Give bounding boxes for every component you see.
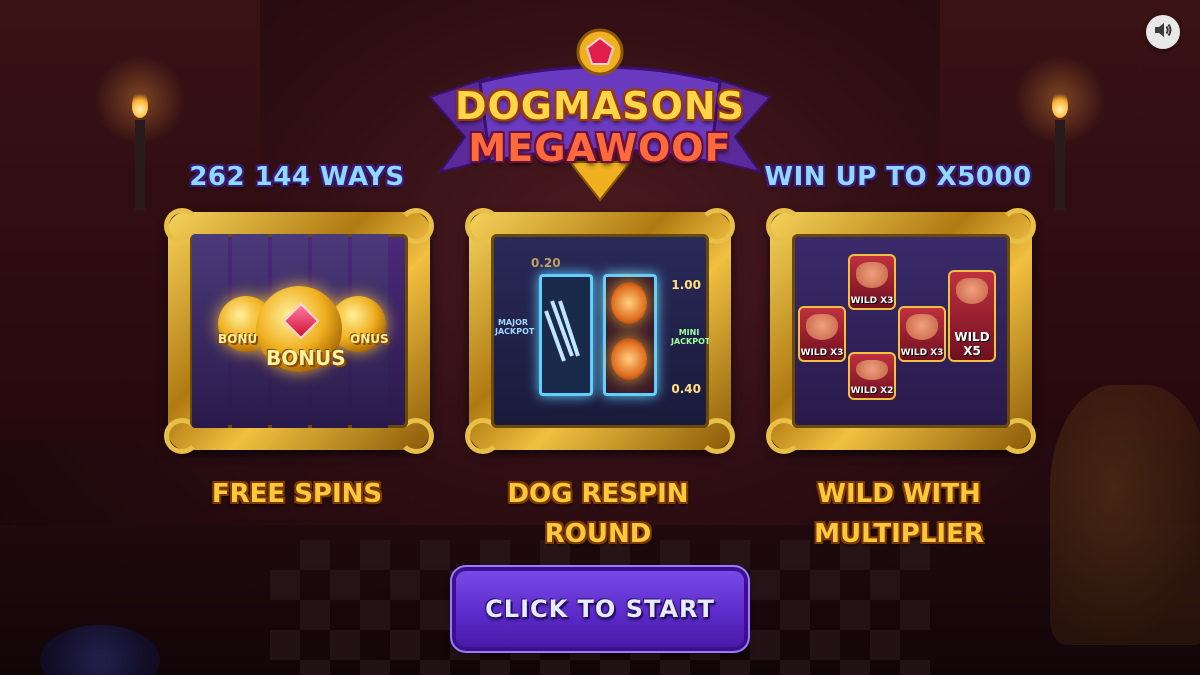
caption-line: WILD WITH bbox=[817, 479, 981, 509]
logo-title-line2: MEGAWOOF bbox=[468, 126, 732, 170]
feature-caption-wild-multiplier: WILD WITH MULTIPLIER bbox=[749, 474, 1049, 554]
intro-screen: DOGMASONS MEGAWOOF 262 144 WAYS WIN UP T… bbox=[0, 0, 1200, 675]
bonus-side-left: BONU bbox=[218, 332, 258, 346]
coin-value: 0.20 bbox=[531, 256, 561, 270]
reels-preview: BONU ONUS BONUS bbox=[190, 234, 408, 428]
wild-multiplier-label: WILD X3 bbox=[850, 296, 894, 306]
feature-frame-free-spins: BONU ONUS BONUS bbox=[164, 208, 434, 454]
candle-right bbox=[1055, 120, 1065, 210]
logo-title-line1: DOGMASONS bbox=[454, 84, 746, 128]
major-jackpot-badge: MAJOR JACKPOT bbox=[495, 318, 535, 336]
coin-value: 1.00 bbox=[671, 278, 701, 292]
start-button-label: CLICK TO START bbox=[485, 595, 715, 623]
game-logo: DOGMASONS MEGAWOOF bbox=[410, 22, 790, 207]
feature-caption-dog-respin: DOG RESPIN ROUND bbox=[448, 474, 748, 554]
wild-multiplier-label: WILD X3 bbox=[900, 348, 944, 358]
caption-line: DOG RESPIN bbox=[507, 479, 689, 509]
claw-scratch-icon bbox=[544, 300, 580, 362]
feature-caption-free-spins: FREE SPINS bbox=[147, 474, 447, 514]
caption-line: FREE SPINS bbox=[211, 479, 383, 509]
reels-preview: 0.20 1.00 0.40 MAJOR JACKPOT MINI JACKPO… bbox=[491, 234, 709, 428]
feature-frame-dog-respin: 0.20 1.00 0.40 MAJOR JACKPOT MINI JACKPO… bbox=[465, 208, 735, 454]
flame-right-icon bbox=[1052, 90, 1068, 118]
flame-left-icon bbox=[132, 90, 148, 118]
click-to-start-button[interactable]: CLICK TO START bbox=[456, 571, 744, 647]
cat-face-icon bbox=[956, 278, 988, 304]
wild-multiplier-label: WILD X3 bbox=[800, 348, 844, 358]
wild-cat-symbol: WILD X3 bbox=[798, 306, 846, 362]
candle-left bbox=[135, 120, 145, 210]
caption-line: ROUND bbox=[544, 519, 652, 549]
speaker-icon bbox=[1153, 21, 1173, 43]
max-win-headline: WIN UP TO X5000 bbox=[764, 162, 1032, 192]
mini-jackpot-badge: MINI JACKPOT bbox=[671, 328, 709, 346]
wild-cat-symbol: WILD X2 bbox=[848, 352, 896, 400]
feature-frame-wild-multiplier: WILD X3 WILD X3 WILD X3 WILD X5 WILD X2 bbox=[766, 208, 1036, 454]
cat-face-icon bbox=[806, 314, 838, 340]
paw-coin-icon bbox=[611, 338, 647, 380]
paw-coin-icon bbox=[611, 282, 647, 324]
wild-multiplier-label: WILD X5 bbox=[954, 330, 990, 358]
bonus-side-right: ONUS bbox=[350, 332, 389, 346]
wild-cat-symbol: WILD X3 bbox=[848, 254, 896, 310]
wild-multiplier-label: WILD X2 bbox=[850, 386, 894, 396]
cat-face-icon bbox=[906, 314, 938, 340]
ways-headline: 262 144 WAYS bbox=[189, 162, 405, 192]
coin-value: 0.40 bbox=[671, 382, 701, 396]
wild-cat-symbol: WILD X3 bbox=[898, 306, 946, 362]
armchair bbox=[1050, 385, 1200, 645]
cat-face-icon bbox=[856, 360, 888, 380]
wild-cat-symbol: WILD X5 bbox=[948, 270, 996, 362]
reels-preview: WILD X3 WILD X3 WILD X3 WILD X5 WILD X2 bbox=[792, 234, 1010, 428]
bonus-symbol-text: BONUS bbox=[266, 346, 346, 370]
cat-face-icon bbox=[856, 262, 888, 288]
caption-line: MULTIPLIER bbox=[814, 519, 984, 549]
sound-toggle-button[interactable] bbox=[1146, 15, 1180, 49]
